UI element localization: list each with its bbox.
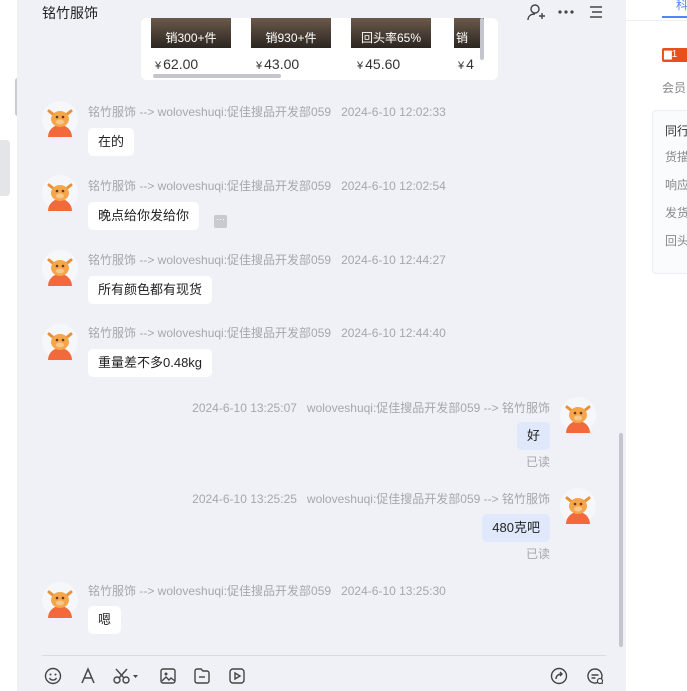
message-meta: 铭竹服饰 --> woloveshuqi:促佳搜品开发部059 2024-6-10…	[88, 105, 446, 119]
avatar[interactable]	[42, 582, 78, 618]
scissors-icon[interactable]	[112, 666, 140, 686]
product-price: ¥43.00	[256, 56, 300, 72]
avatar[interactable]	[42, 175, 78, 211]
sidebar-divider	[626, 20, 687, 21]
quick-reply-icon[interactable]	[585, 666, 605, 686]
message-bubble[interactable]: 480克吧	[482, 514, 550, 542]
product-price: ¥45.60	[357, 56, 401, 72]
product-sales-label: 回头率65%	[360, 31, 422, 45]
message-bubble[interactable]: 重量差不多0.48kg	[88, 349, 213, 377]
product-card-vscrollbar[interactable]	[480, 18, 484, 60]
message-bubble[interactable]: 嗯	[88, 606, 122, 634]
message-bubble[interactable]: 所有颜色都有现货	[88, 276, 213, 304]
product-price: ¥4	[458, 56, 474, 72]
avatar[interactable]	[42, 324, 78, 360]
badge-icon: ▆	[664, 49, 672, 60]
member-label: 会员	[662, 81, 687, 95]
left-panel-edge	[0, 0, 20, 691]
message-bubble[interactable]: 在的	[88, 128, 135, 156]
avatar[interactable]	[560, 397, 596, 433]
stats-row: 响应	[665, 178, 687, 192]
avatar[interactable]	[42, 101, 78, 137]
message-bubble[interactable]: 好	[516, 422, 550, 450]
product-sales-label: 销300+件	[165, 31, 217, 45]
sidebar-tab[interactable]: 科	[676, 0, 687, 13]
message-meta: 铭竹服饰 --> woloveshuqi:促佳搜品开发部059 2024-6-10…	[88, 584, 446, 598]
image-icon[interactable]	[158, 666, 178, 686]
left-panel-selected-item[interactable]	[0, 140, 10, 196]
read-status: 已读	[525, 455, 550, 469]
message-meta: 铭竹服饰 --> woloveshuqi:促佳搜品开发部059 2024-6-10…	[88, 253, 446, 267]
product-thumb[interactable]: 回头率65%	[351, 18, 431, 48]
stats-row: 同行	[665, 124, 687, 138]
stats-row: 回头	[665, 234, 687, 248]
product-sales-label: 销930+件	[265, 31, 317, 45]
message-meta: 2024-6-10 13:25:25 woloveshuqi:促佳搜品开发部059…	[192, 492, 550, 506]
message-meta: 铭竹服饰 --> woloveshuqi:促佳搜品开发部059 2024-6-10…	[88, 179, 446, 193]
share-icon[interactable]	[549, 666, 569, 686]
product-card[interactable]: 销300+件 销930+件 回头率65% 销 ¥62.00 ¥43.00 ¥45…	[141, 18, 498, 80]
product-price: ¥62.00	[155, 56, 199, 72]
shop-badge: ▆1	[662, 48, 687, 62]
read-status: 已读	[525, 547, 550, 561]
add-contact-icon[interactable]	[527, 3, 545, 21]
video-icon[interactable]	[227, 666, 247, 686]
file-icon[interactable]	[192, 666, 212, 686]
chat-scrollbar[interactable]	[619, 433, 623, 647]
message-more-icon[interactable]: ···	[214, 215, 227, 228]
avatar[interactable]	[42, 250, 78, 286]
more-icon[interactable]	[557, 3, 575, 21]
emoji-icon[interactable]	[43, 666, 63, 686]
chat-panel: 铭竹服饰 销300+件 销930+件 回头率65% 销 ¥62.00 ¥43.0…	[17, 0, 626, 691]
message-meta: 铭竹服饰 --> woloveshuqi:促佳搜品开发部059 2024-6-10…	[88, 326, 446, 340]
product-card-hscrollbar[interactable]	[153, 74, 281, 78]
badge-text: 1	[671, 49, 678, 60]
stats-row: 发货	[665, 206, 687, 220]
avatar[interactable]	[560, 488, 596, 524]
font-icon[interactable]	[78, 666, 98, 686]
message-meta: 2024-6-10 13:25:07 woloveshuqi:促佳搜品开发部059…	[192, 401, 550, 415]
stats-row: 货描	[665, 150, 687, 164]
right-sidebar: 科 ▆1 会员 同行 货描 响应 发货 回头	[626, 0, 687, 691]
input-divider	[42, 655, 606, 656]
sidebar-tab-indicator	[662, 16, 687, 18]
chat-title: 铭竹服饰	[42, 5, 98, 21]
product-thumb[interactable]: 销300+件	[151, 18, 231, 48]
product-thumb[interactable]: 销930+件	[251, 18, 331, 48]
menu-icon[interactable]	[587, 3, 605, 21]
message-bubble[interactable]: 晚点给你发给你	[88, 202, 200, 230]
